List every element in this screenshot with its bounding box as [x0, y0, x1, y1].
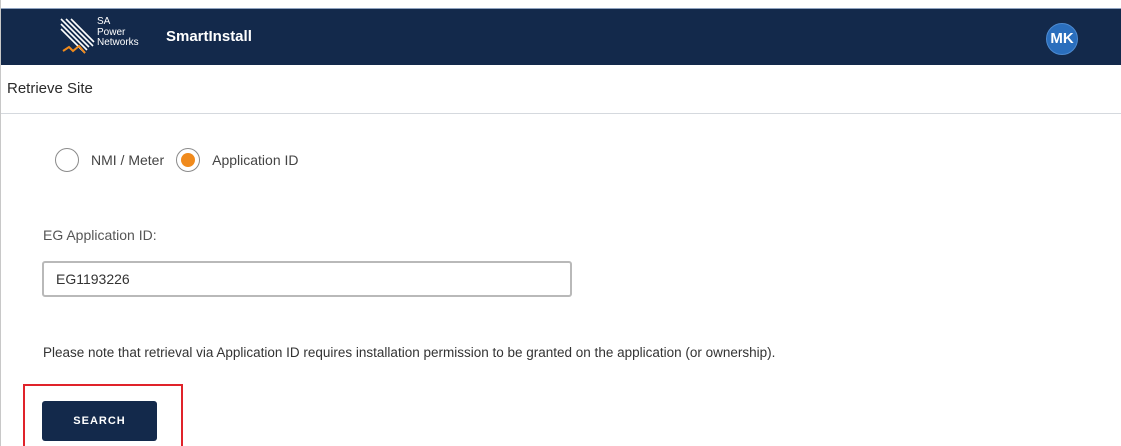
search-mode-radio-group: NMI / Meter Application ID — [55, 145, 299, 175]
app-name[interactable]: SmartInstall — [166, 28, 252, 45]
application-id-label: EG Application ID: — [43, 227, 157, 243]
retrieval-note: Please note that retrieval via Applicati… — [43, 345, 776, 360]
user-avatar[interactable]: MK — [1046, 23, 1078, 55]
radio-unchecked-icon[interactable] — [55, 148, 79, 172]
radio-application-id[interactable]: Application ID — [176, 148, 299, 172]
app-window: SA Power Networks SmartInstall MK Retrie… — [0, 0, 1121, 446]
search-button[interactable]: SEARCH — [42, 401, 157, 441]
logo-icon — [60, 18, 95, 54]
radio-label: Application ID — [212, 152, 299, 168]
logo-text: SA Power Networks — [97, 16, 139, 49]
logo-line: SA — [97, 16, 111, 27]
sa-power-networks-logo[interactable]: SA Power Networks — [59, 16, 149, 59]
radio-checked-icon[interactable] — [176, 148, 201, 172]
application-id-input[interactable] — [42, 261, 572, 297]
page-header: Retrieve Site — [1, 65, 1121, 114]
radio-nmi-meter[interactable]: NMI / Meter — [55, 148, 164, 172]
radio-label: NMI / Meter — [91, 152, 165, 168]
page-title: Retrieve Site — [7, 80, 93, 97]
top-navigation-bar: SA Power Networks SmartInstall MK — [1, 8, 1121, 65]
logo-line: Networks — [97, 37, 139, 48]
